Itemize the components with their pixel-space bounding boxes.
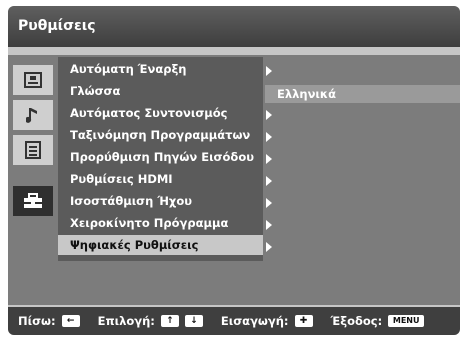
submenu-arrow-icon [266, 176, 272, 186]
back-label: Πίσω: [18, 314, 56, 328]
menu-item-program-sorting[interactable]: Ταξινόμηση Προγραμμάτων [58, 125, 263, 145]
footer-help-bar: Πίσω: ← Επιλογή: ↑ ↓ Εισαγωγή: ✚ Έξοδος:… [8, 307, 460, 335]
picture-icon [24, 72, 42, 88]
submenu-arrow-icon [266, 110, 272, 120]
language-value-row[interactable]: Ελληνικά [265, 85, 460, 103]
menu-key-icon: MENU [388, 315, 425, 327]
submenu-arrow-icon [266, 132, 272, 142]
submenu-arrow-icon [266, 66, 272, 76]
menu-item-auto-start[interactable]: Αυτόματη Έναρξη [58, 59, 263, 79]
settings-menu: Αυτόματη Έναρξη Γλώσσα Αυτόματος Συντονι… [58, 57, 263, 261]
sidebar-item-settings[interactable] [13, 186, 53, 216]
enter-key-icon: ✚ [294, 315, 313, 327]
exit-label: Έξοδος: [330, 314, 383, 328]
toolbox-icon [24, 193, 42, 208]
submenu-arrow-icon [266, 154, 272, 164]
back-key-icon: ← [61, 315, 80, 327]
language-value: Ελληνικά [277, 87, 336, 101]
title-bar: Ρυθμίσεις [8, 6, 460, 47]
tv-settings-screen: Ρυθμίσεις Αυτόματη Έναρξη Γλώσσα Αυτόματ… [8, 6, 460, 335]
enter-label: Εισαγωγή: [220, 314, 289, 328]
sidebar-item-sound[interactable] [13, 100, 53, 130]
list-icon [25, 141, 41, 159]
menu-item-input-presets[interactable]: Προρύθμιση Πηγών Εισόδου [58, 147, 263, 167]
menu-item-digital-settings[interactable]: Ψηφιακές Ρυθμίσεις [58, 235, 263, 255]
sidebar-item-picture[interactable] [13, 65, 53, 95]
menu-item-audio-balance[interactable]: Ισοστάθμιση Ήχου [58, 191, 263, 211]
content-area: Αυτόματη Έναρξη Γλώσσα Αυτόματος Συντονι… [8, 55, 460, 305]
submenu-arrow-icon [266, 198, 272, 208]
sidebar [8, 55, 58, 305]
menu-item-manual-program[interactable]: Χειροκίνητο Πρόγραμμα [58, 213, 263, 233]
music-note-icon [26, 108, 37, 123]
menu-item-auto-tuning[interactable]: Αυτόματος Συντονισμός [58, 103, 263, 123]
submenu-arrow-icon [266, 220, 272, 230]
page-title: Ρυθμίσεις [18, 18, 96, 34]
up-key-icon: ↑ [160, 315, 179, 327]
sidebar-item-features[interactable] [13, 135, 53, 165]
submenu-arrow-icon [266, 242, 272, 252]
down-key-icon: ↓ [184, 315, 203, 327]
select-label: Επιλογή: [97, 314, 155, 328]
menu-item-language[interactable]: Γλώσσα [58, 81, 263, 101]
menu-item-hdmi-settings[interactable]: Ρυθμίσεις HDMI [58, 169, 263, 189]
